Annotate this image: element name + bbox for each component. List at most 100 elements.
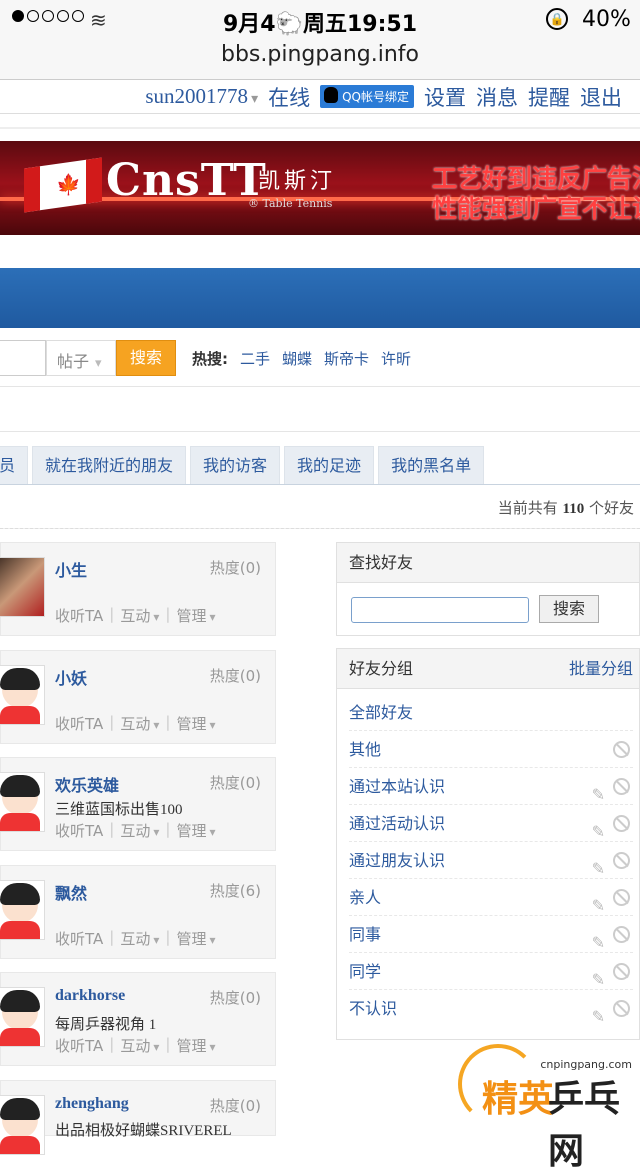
group-item[interactable]: 同事 ✎ bbox=[349, 916, 633, 953]
nav-bar bbox=[0, 268, 640, 328]
banner-ad-line2: 性能强到广宣不让说 bbox=[432, 194, 640, 223]
block-icon[interactable] bbox=[613, 926, 630, 943]
tab-visitors[interactable]: 我的访客 bbox=[190, 446, 281, 484]
friend-tabs: 员 就在我附近的朋友 我的访客 我的足迹 我的黑名单 bbox=[0, 446, 485, 484]
block-icon[interactable] bbox=[613, 1000, 630, 1017]
friend-actions: 收听TA| 互动| 管理 bbox=[55, 713, 215, 734]
friend-actions: 收听TA| 互动| 管理 bbox=[55, 605, 215, 626]
interact-menu[interactable]: 互动 bbox=[120, 820, 159, 841]
tab-members[interactable]: 员 bbox=[0, 446, 29, 484]
hot-search-link[interactable]: 许昕 bbox=[381, 348, 411, 369]
follow-link[interactable]: 收听TA bbox=[55, 1035, 103, 1056]
avatar[interactable] bbox=[0, 880, 45, 940]
block-icon[interactable] bbox=[613, 889, 630, 906]
interact-menu[interactable]: 互动 bbox=[120, 605, 159, 626]
rotation-lock-icon: 🔒 bbox=[546, 8, 568, 30]
logout-link[interactable]: 退出 bbox=[580, 82, 622, 112]
group-item-other[interactable]: 其他 bbox=[349, 731, 633, 768]
battery-level: 40% bbox=[582, 7, 631, 32]
block-icon[interactable] bbox=[613, 741, 630, 758]
find-friend-input[interactable] bbox=[351, 597, 529, 623]
friend-card: 欢乐英雄 热度(0) 三维蓝国标出售100 收听TA| 互动| 管理 bbox=[0, 757, 276, 851]
friend-heat: 热度(0) bbox=[209, 559, 261, 577]
friend-card: 小妖 热度(0) 收听TA| 互动| 管理 bbox=[0, 650, 276, 744]
friend-actions: 收听TA| 互动| 管理 bbox=[55, 928, 215, 949]
banner-tagline: ® Table Tennis bbox=[248, 197, 333, 210]
interact-menu[interactable]: 互动 bbox=[120, 1035, 159, 1056]
manage-menu[interactable]: 管理 bbox=[176, 1035, 215, 1056]
avatar[interactable] bbox=[0, 1095, 45, 1155]
hot-search-link[interactable]: 斯帝卡 bbox=[324, 348, 369, 369]
settings-link[interactable]: 设置 bbox=[424, 82, 466, 112]
manage-menu[interactable]: 管理 bbox=[176, 928, 215, 949]
tab-nearby-friends[interactable]: 就在我附近的朋友 bbox=[32, 446, 187, 484]
friend-name[interactable]: 飘然 bbox=[55, 880, 87, 904]
online-status-link[interactable]: 在线 bbox=[268, 82, 310, 112]
group-item[interactable]: 亲人 ✎ bbox=[349, 879, 633, 916]
follow-link[interactable]: 收听TA bbox=[55, 820, 103, 841]
block-icon[interactable] bbox=[613, 815, 630, 832]
avatar[interactable] bbox=[0, 557, 45, 617]
find-friend-panel: 查找好友 搜索 bbox=[336, 542, 640, 636]
friend-heat: 热度(0) bbox=[209, 1097, 261, 1115]
block-icon[interactable] bbox=[613, 778, 630, 795]
friend-card: zhenghang 热度(0) 出品相极好蝴蝶SRIVEREL bbox=[0, 1080, 276, 1155]
search-type-select[interactable]: 帖子 bbox=[46, 340, 116, 376]
follow-link[interactable]: 收听TA bbox=[55, 605, 103, 626]
avatar[interactable] bbox=[0, 665, 45, 725]
group-item[interactable]: 通过本站认识 ✎ bbox=[349, 768, 633, 805]
banner-brand: CnsTT bbox=[106, 155, 267, 206]
friend-name[interactable]: zhenghang bbox=[55, 1095, 129, 1113]
hot-search-link[interactable]: 二手 bbox=[240, 348, 270, 369]
messages-link[interactable]: 消息 bbox=[476, 82, 518, 112]
avatar[interactable] bbox=[0, 987, 45, 1047]
qq-bind-button[interactable]: QQ帐号绑定 bbox=[320, 85, 414, 108]
friend-card: 小生 热度(0) 收听TA| 互动| 管理 bbox=[0, 542, 276, 636]
group-item-all[interactable]: 全部好友 bbox=[349, 694, 633, 731]
friend-card: 飘然 热度(6) 收听TA| 互动| 管理 bbox=[0, 865, 276, 959]
friend-count: 当前共有 110 个好友 bbox=[497, 499, 634, 517]
ad-banner[interactable]: 🍁 CnsTT 凯斯汀 ® Table Tennis 工艺好到违反广告法 性能强… bbox=[0, 141, 640, 235]
tab-blacklist[interactable]: 我的黑名单 bbox=[378, 446, 485, 484]
search-input[interactable] bbox=[0, 340, 46, 376]
friend-name[interactable]: 小生 bbox=[55, 557, 87, 581]
tab-footprints[interactable]: 我的足迹 bbox=[284, 446, 375, 484]
top-nav: sun2001778 在线 QQ帐号绑定 设置 消息 提醒 退出 bbox=[0, 80, 640, 114]
interact-menu[interactable]: 互动 bbox=[120, 928, 159, 949]
manage-menu[interactable]: 管理 bbox=[176, 605, 215, 626]
group-item[interactable]: 通过活动认识 ✎ bbox=[349, 805, 633, 842]
find-friend-button[interactable]: 搜索 bbox=[539, 595, 599, 623]
friend-actions: 收听TA| 互动| 管理 bbox=[55, 820, 215, 841]
pencil-icon[interactable]: ✎ bbox=[592, 998, 605, 1035]
manage-menu[interactable]: 管理 bbox=[176, 713, 215, 734]
friend-heat: 热度(0) bbox=[209, 667, 261, 685]
block-icon[interactable] bbox=[613, 852, 630, 869]
friend-count-number: 110 bbox=[562, 501, 585, 517]
username-menu[interactable]: sun2001778 bbox=[145, 84, 258, 109]
interact-menu[interactable]: 互动 bbox=[120, 713, 159, 734]
friend-name[interactable]: 欢乐英雄 bbox=[55, 772, 119, 796]
group-item[interactable]: 通过朋友认识 ✎ bbox=[349, 842, 633, 879]
reminders-link[interactable]: 提醒 bbox=[528, 82, 570, 112]
hot-search-link[interactable]: 蝴蝶 bbox=[282, 348, 312, 369]
manage-menu[interactable]: 管理 bbox=[176, 820, 215, 841]
search-button[interactable]: 搜索 bbox=[116, 340, 176, 376]
friend-name[interactable]: darkhorse bbox=[55, 987, 125, 1005]
hot-search-label: 热搜: bbox=[192, 350, 228, 368]
friend-name[interactable]: 小妖 bbox=[55, 665, 87, 689]
group-item[interactable]: 同学 ✎ bbox=[349, 953, 633, 990]
block-icon[interactable] bbox=[613, 963, 630, 980]
friend-groups-title: 好友分组 批量分组 bbox=[337, 649, 639, 689]
watermark-logo: cnpingpang.com 精英 乒乓网 bbox=[456, 1040, 640, 1172]
friend-actions: 收听TA| 互动| 管理 bbox=[55, 1035, 215, 1056]
friend-status: 每周乒器视角 1 bbox=[55, 1017, 157, 1033]
group-item[interactable]: 不认识 ✎ bbox=[349, 990, 633, 1027]
avatar[interactable] bbox=[0, 772, 45, 832]
follow-link[interactable]: 收听TA bbox=[55, 713, 103, 734]
follow-link[interactable]: 收听TA bbox=[55, 928, 103, 949]
friend-heat: 热度(6) bbox=[209, 882, 261, 900]
batch-group-link[interactable]: 批量分组 bbox=[569, 649, 633, 689]
address-bar[interactable]: bbs.pingpang.info bbox=[0, 40, 640, 80]
watermark-brand2: 乒乓网 bbox=[548, 1079, 621, 1172]
canada-flag-icon: 🍁 bbox=[24, 157, 102, 213]
